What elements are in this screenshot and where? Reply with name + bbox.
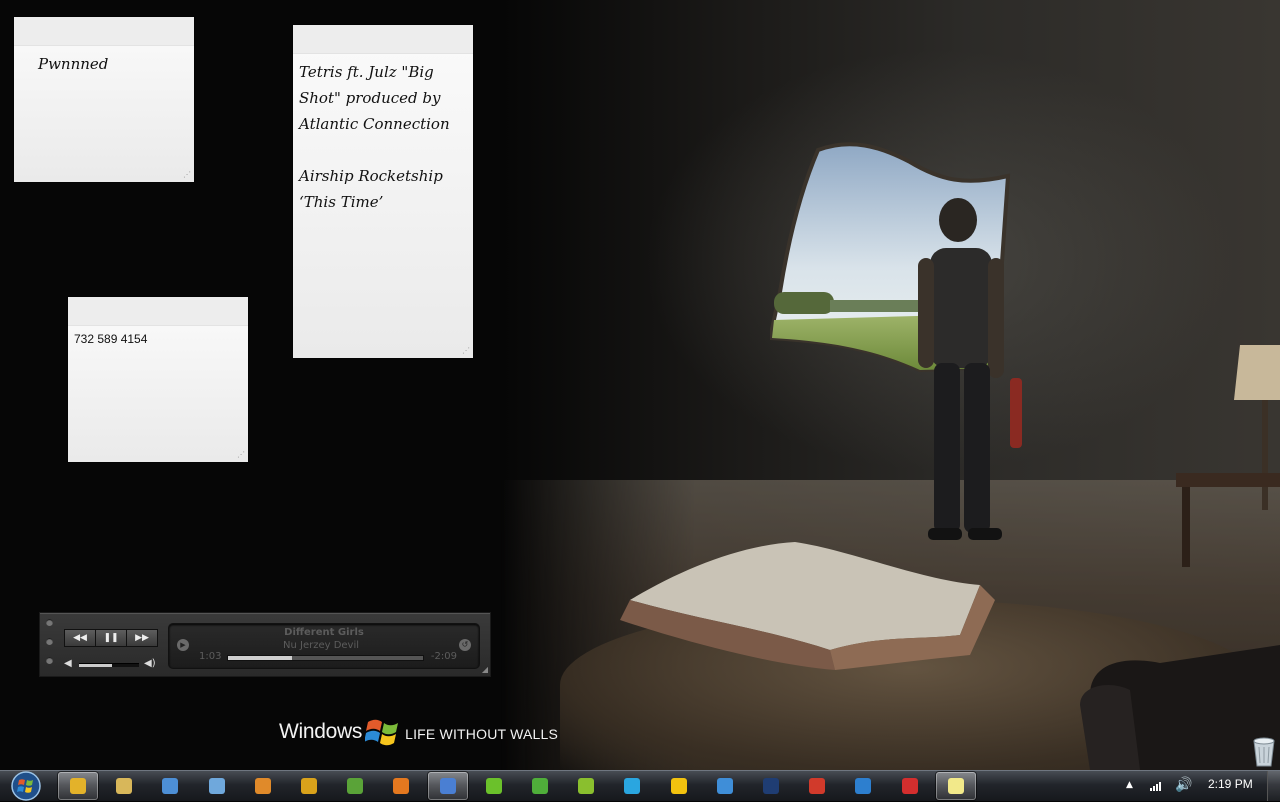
folder-icon — [116, 778, 132, 794]
volume-control[interactable]: ◀ ◀) — [64, 658, 159, 670]
taskbar-button[interactable] — [381, 772, 421, 800]
taskbar-button[interactable] — [104, 772, 144, 800]
clock[interactable]: 2:19 PM — [1208, 777, 1253, 791]
teamviewer-icon — [855, 778, 871, 794]
chrome-icon — [70, 778, 86, 794]
aim-icon — [671, 778, 687, 794]
show-desktop-button[interactable] — [1267, 771, 1280, 801]
network-icon — [209, 778, 225, 794]
system-tray: ▲ 🔊 2:19 PM — [1120, 771, 1280, 801]
recycle-bin-icon[interactable] — [1250, 735, 1278, 767]
control-panel-icon — [162, 778, 178, 794]
itunes-mini-player: ◀◀ ❚❚ ▶▶ ◀ ◀) ▶ Different Girls Nu Jerze… — [39, 612, 491, 677]
taskbar-button[interactable] — [659, 772, 699, 800]
sticky-note-text[interactable]: Pwnnned — [38, 51, 188, 77]
resize-grip-icon[interactable]: ⋰ — [462, 347, 470, 355]
show-hidden-icons-button[interactable]: ▲ — [1126, 780, 1133, 790]
taskbar-button[interactable] — [197, 772, 237, 800]
minimize-dot-button[interactable] — [46, 638, 53, 645]
now-playing-display: ▶ Different Girls Nu Jerzey Devil 1:03 -… — [168, 623, 480, 669]
taskbar-button[interactable] — [751, 772, 791, 800]
green-app-icon — [347, 778, 363, 794]
x-app-icon — [902, 778, 918, 794]
progress-fill — [228, 656, 293, 660]
resize-grip-icon[interactable]: ⋰ — [183, 171, 191, 179]
wallpaper-floor-slab — [620, 542, 995, 670]
taskbar-button[interactable] — [150, 772, 190, 800]
taskbar-button[interactable] — [335, 772, 375, 800]
windows-tagline: LIFE WITHOUT WALLS — [405, 726, 559, 742]
volume-icon[interactable]: 🔊 — [1175, 777, 1192, 793]
rewind-button[interactable]: ◀◀ — [64, 629, 96, 647]
taskbar-button[interactable] — [474, 772, 514, 800]
pause-button[interactable]: ❚❚ — [95, 629, 127, 647]
progress-bar[interactable] — [227, 655, 424, 661]
sticky-note-titlebar[interactable] — [68, 297, 248, 326]
taskbar-button[interactable] — [243, 772, 283, 800]
paint-icon — [255, 778, 271, 794]
media-player-icon — [393, 778, 409, 794]
resize-grip-icon[interactable]: ◢ — [482, 665, 488, 674]
volume-slider[interactable] — [79, 663, 139, 667]
zoom-dot-button[interactable] — [46, 657, 53, 664]
utorrent-icon — [532, 778, 548, 794]
sticky-note-text[interactable]: 732 589 4154 — [74, 331, 244, 347]
window-control-dots — [46, 619, 54, 676]
h-app-icon — [578, 778, 594, 794]
taskbar-button[interactable] — [843, 772, 883, 800]
sticky-note-titlebar[interactable] — [293, 25, 473, 54]
red-app-icon — [809, 778, 825, 794]
remaining-time: -2:09 — [430, 651, 457, 662]
taskbar-button[interactable] — [890, 772, 930, 800]
volume-high-icon: ◀) — [144, 658, 156, 669]
track-title: Different Girls — [284, 627, 364, 638]
taskbar-button[interactable] — [612, 772, 652, 800]
wallpaper-man-figure — [918, 198, 1022, 540]
taskbar-button[interactable] — [705, 772, 745, 800]
sticky-note[interactable]: 732 589 4154 ⋰ — [68, 297, 248, 462]
sticky-note[interactable]: Tetris ft. Julz "Big Shot" produced by A… — [293, 25, 473, 358]
start-button[interactable] — [8, 770, 44, 802]
windows-logo-watermark: Windows LIFE WITHOUT WALLS — [279, 716, 558, 748]
skype-icon — [624, 778, 640, 794]
volume-low-icon: ◀ — [64, 658, 72, 669]
wallpaper-side-table — [1176, 473, 1280, 567]
messenger-icon — [717, 778, 733, 794]
taskbar-button[interactable] — [58, 772, 98, 800]
volume-level — [79, 664, 112, 667]
windows-flag-icon — [365, 719, 399, 746]
network-signal-icon[interactable] — [1150, 781, 1164, 791]
taskbar-button[interactable] — [520, 772, 560, 800]
sticky-note-text[interactable]: Tetris ft. Julz "Big Shot" produced by A… — [299, 59, 471, 215]
play-icon[interactable]: ▶ — [177, 639, 189, 651]
resize-grip-icon[interactable]: ⋰ — [237, 451, 245, 459]
sticky-note-titlebar[interactable] — [14, 17, 194, 46]
track-artist: Nu Jerzey Devil — [283, 640, 360, 651]
taskbar-button[interactable] — [289, 772, 329, 800]
taskbar-button[interactable] — [428, 772, 468, 800]
sticky-notes-icon — [948, 778, 964, 794]
close-dot-button[interactable] — [46, 619, 53, 626]
back-arrow-icon[interactable]: ↺ — [459, 639, 471, 651]
taskbar: ▲ 🔊 2:19 PM — [0, 770, 1280, 801]
forward-button[interactable]: ▶▶ — [126, 629, 158, 647]
itunes-icon — [440, 778, 456, 794]
elapsed-time: 1:03 — [199, 651, 222, 662]
taskbar-button[interactable] — [566, 772, 606, 800]
windows-wordmark: Windows — [279, 720, 363, 743]
taskbar-button[interactable] — [936, 772, 976, 800]
browser-wheel-icon — [301, 778, 317, 794]
sticky-note[interactable]: Pwnnned ⋰ — [14, 17, 194, 182]
photoshop-icon — [763, 778, 779, 794]
green-circle-icon — [486, 778, 502, 794]
taskbar-button[interactable] — [797, 772, 837, 800]
